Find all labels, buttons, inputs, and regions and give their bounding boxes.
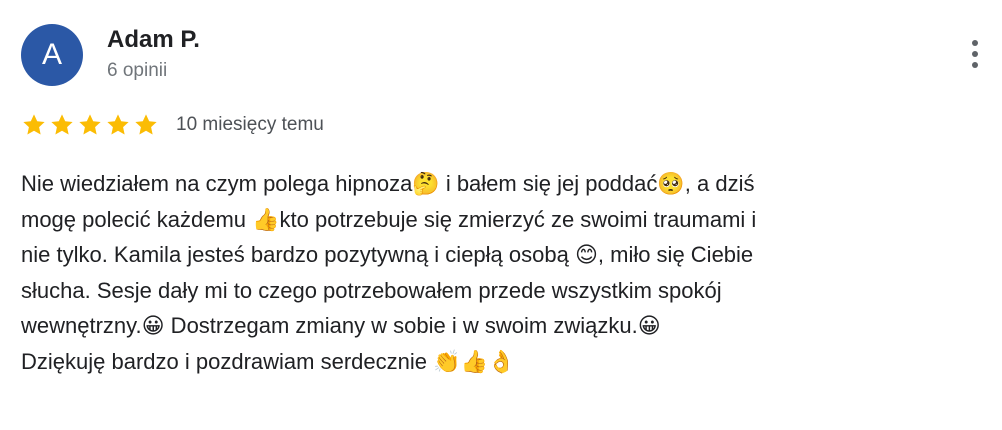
- star-icon: [51, 114, 73, 135]
- rating-row: 10 miesięcy temu: [21, 110, 324, 140]
- more-vertical-icon: [972, 40, 978, 68]
- menu-dot: [972, 51, 978, 57]
- menu-dot: [972, 40, 978, 46]
- review-text: Nie wiedziałem na czym polega hipnoza🤔 i…: [21, 171, 757, 374]
- reviewer-name[interactable]: Adam P.: [107, 26, 200, 54]
- star-icon: [79, 114, 101, 135]
- review-count: 6 opinii: [107, 60, 168, 81]
- star-icon: [135, 114, 157, 135]
- star-rating: [21, 112, 159, 138]
- avatar[interactable]: A: [21, 24, 83, 86]
- star-icon: [23, 114, 45, 135]
- more-options-button[interactable]: [960, 34, 990, 74]
- review-date: 10 miesięcy temu: [176, 114, 324, 135]
- star-icon: [107, 114, 129, 135]
- review-card: A Adam P. 6 opinii 10 miesięcy temu Nie …: [0, 0, 1002, 430]
- avatar-letter: A: [41, 38, 62, 71]
- menu-dot: [972, 62, 978, 68]
